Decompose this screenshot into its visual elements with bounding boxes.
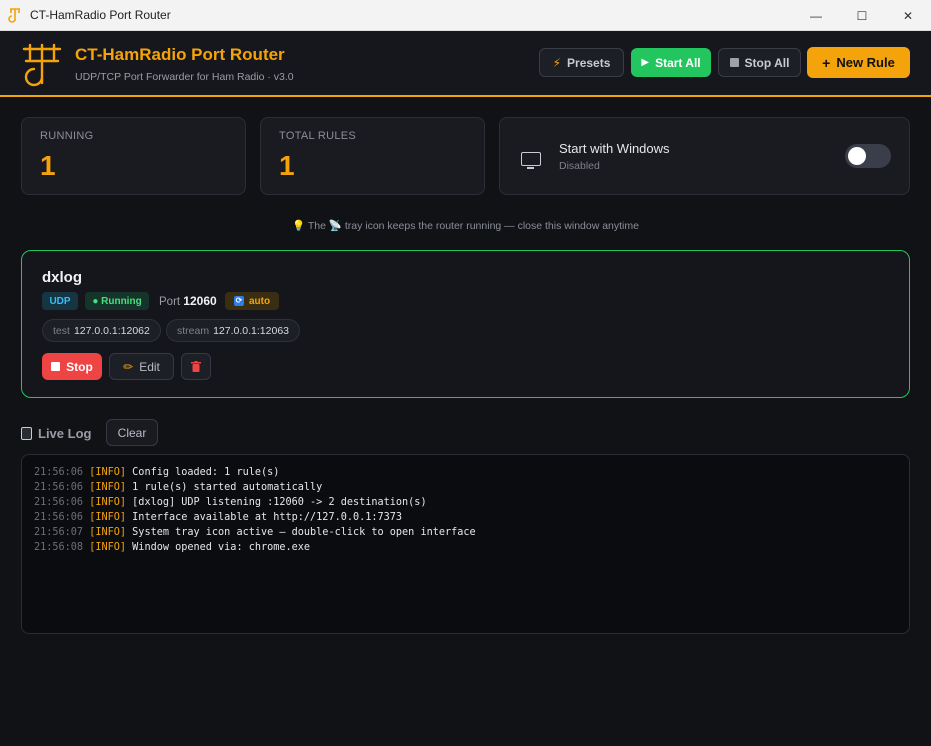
lightbulb-icon: 💡	[292, 220, 306, 232]
app-subtitle: UDP/TCP Port Forwarder for Ham Radio · v…	[75, 71, 294, 83]
start-with-windows-card: Start with Windows Disabled	[499, 117, 910, 195]
start-all-button[interactable]: ▶ Start All	[631, 48, 711, 77]
pencil-icon: ✏	[123, 359, 134, 374]
stop-square-icon	[51, 362, 61, 371]
log-entry: 21:56:06 [INFO] 1 rule(s) started automa…	[34, 482, 323, 493]
running-stat-card: RUNNING 1	[21, 117, 246, 195]
app-header: CT-HamRadio Port Router UDP/TCP Port For…	[0, 31, 931, 97]
maximize-button[interactable]: ☐	[839, 0, 885, 31]
running-stat-value: 1	[40, 150, 56, 181]
stop-rule-label: Stop	[66, 359, 93, 374]
app-logo-icon	[22, 43, 62, 87]
protocol-badge: UDP	[42, 292, 78, 310]
tip-text: tray icon keeps the router running — clo…	[344, 220, 639, 232]
log-output: 21:56:06 [INFO] Config loaded: 1 rule(s)…	[21, 454, 910, 634]
app-logo-icon	[8, 8, 20, 23]
monitor-icon	[521, 152, 541, 169]
play-icon: ▶	[641, 57, 650, 68]
log-entry: 21:56:06 [INFO] Config loaded: 1 rule(s)	[34, 467, 280, 478]
satellite-icon: 📡	[328, 220, 342, 232]
stop-square-icon	[729, 58, 739, 67]
status-badge: ● Running	[85, 292, 149, 310]
edit-rule-button[interactable]: ✏ Edit	[109, 353, 174, 380]
window-title: CT-HamRadio Port Router	[30, 8, 171, 22]
auto-label: auto	[248, 295, 271, 307]
tip-prefix: The	[307, 220, 326, 232]
lightning-icon: ⚡	[552, 55, 562, 70]
destination-chip: stream 127.0.0.1:12063	[166, 319, 300, 342]
app-frame: CT-HamRadio Port Router UDP/TCP Port For…	[0, 31, 931, 746]
destination-chip: test 127.0.0.1:12062	[42, 319, 161, 342]
tray-tip: 💡 The 📡 tray icon keeps the router runni…	[0, 219, 931, 232]
stop-all-label: Stop All	[744, 55, 790, 70]
close-button[interactable]: ✕	[885, 0, 931, 31]
destination-name: stream	[177, 324, 210, 337]
start-with-windows-toggle[interactable]	[845, 144, 891, 168]
start-with-windows-title: Start with Windows	[559, 141, 670, 156]
log-entry: 21:56:08 [INFO] Window opened via: chrom…	[34, 542, 311, 553]
rule-name: dxlog	[42, 269, 82, 286]
presets-button[interactable]: ⚡ Presets	[539, 48, 624, 77]
clear-log-button[interactable]: Clear	[106, 419, 158, 446]
destination-address: 127.0.0.1:12063	[213, 324, 289, 337]
start-with-windows-status: Disabled	[559, 160, 600, 172]
trash-icon	[191, 361, 201, 372]
port-label: Port	[159, 296, 181, 308]
log-entry: 21:56:07 [INFO] System tray icon active …	[34, 527, 476, 538]
toggle-knob	[848, 147, 866, 165]
total-rules-stat-card: TOTAL RULES 1	[260, 117, 485, 195]
edit-rule-label: Edit	[139, 359, 160, 374]
refresh-icon: ⟳	[233, 296, 244, 306]
new-rule-label: New Rule	[836, 55, 895, 70]
rule-port: Port 12060	[159, 294, 217, 308]
minimize-button[interactable]: —	[793, 0, 839, 31]
live-log-title: Live Log	[38, 426, 92, 441]
log-entry: 21:56:06 [INFO] [dxlog] UDP listening :1…	[34, 497, 427, 508]
auto-badge: ⟳ auto	[225, 292, 279, 310]
stop-all-button[interactable]: Stop All	[718, 48, 801, 77]
clipboard-icon	[21, 427, 32, 440]
plus-icon: +	[822, 54, 831, 71]
total-rules-stat-label: TOTAL RULES	[279, 130, 357, 142]
stop-rule-button[interactable]: Stop	[42, 353, 102, 380]
destination-name: test	[53, 324, 70, 337]
total-rules-stat-value: 1	[279, 150, 295, 181]
new-rule-button[interactable]: + New Rule	[807, 47, 910, 78]
delete-rule-button[interactable]	[181, 353, 211, 380]
destination-address: 127.0.0.1:12062	[73, 324, 150, 337]
live-log-heading: Live Log	[21, 426, 91, 441]
rule-card: dxlog UDP ● Running Port 12060 ⟳ auto te…	[21, 250, 910, 398]
running-stat-label: RUNNING	[40, 130, 94, 142]
window-titlebar: CT-HamRadio Port Router — ☐ ✕	[0, 0, 931, 31]
log-entry: 21:56:06 [INFO] Interface available at h…	[34, 512, 403, 523]
port-value: 12060	[183, 294, 217, 308]
app-title: CT-HamRadio Port Router	[75, 45, 285, 64]
presets-label: Presets	[567, 55, 611, 70]
start-all-label: Start All	[655, 55, 701, 70]
